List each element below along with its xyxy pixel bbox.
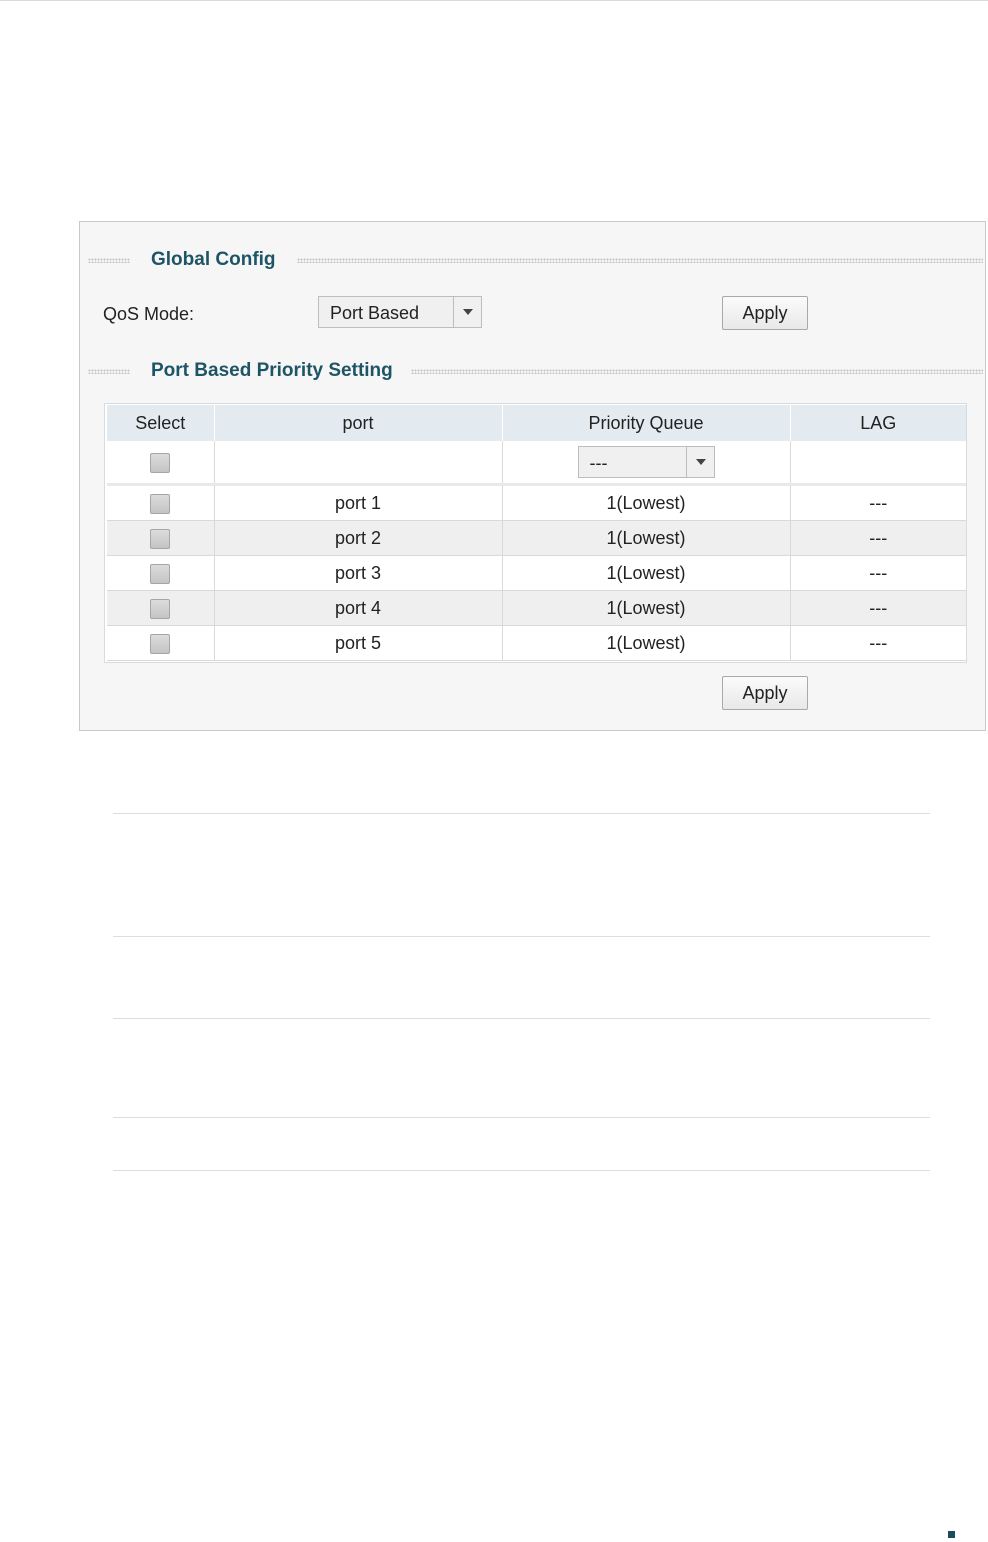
column-header-port: port — [214, 405, 503, 441]
priority-cell: 1(Lowest) — [502, 520, 791, 556]
port-priority-apply-button[interactable]: Apply — [722, 676, 808, 710]
divider — [113, 1170, 930, 1171]
header-dots-left — [88, 369, 130, 374]
page-marker — [948, 1531, 955, 1538]
port-cell: port 5 — [214, 625, 503, 661]
divider — [113, 813, 930, 814]
chevron-down-icon[interactable] — [453, 297, 481, 327]
chevron-down-icon[interactable] — [685, 447, 714, 477]
row-checkbox[interactable] — [150, 493, 171, 514]
top-rule — [0, 0, 988, 1]
divider — [113, 1018, 930, 1019]
global-apply-button[interactable]: Apply — [722, 296, 808, 330]
column-header-lag: LAG — [790, 405, 966, 441]
port-priority-header: Port Based Priority Setting — [88, 361, 985, 381]
header-dots-right — [297, 258, 983, 263]
filter-row: --- — [107, 441, 966, 486]
column-header-priority-queue: Priority Queue — [502, 405, 791, 441]
filter-lag-cell — [790, 441, 966, 486]
priority-cell: 1(Lowest) — [502, 590, 791, 626]
port-cell: port 4 — [214, 590, 503, 626]
table-header-row: Select port Priority Queue LAG — [107, 405, 966, 441]
priority-cell: 1(Lowest) — [502, 555, 791, 591]
port-priority-table: Select port Priority Queue LAG --- port … — [104, 403, 967, 663]
priority-cell: 1(Lowest) — [502, 625, 791, 661]
global-config-title: Global Config — [151, 249, 276, 270]
table-row: port 1 1(Lowest) --- — [107, 484, 966, 521]
qos-mode-select[interactable]: Port Based — [318, 296, 482, 328]
select-all-checkbox[interactable] — [150, 452, 171, 473]
port-priority-title: Port Based Priority Setting — [151, 360, 393, 381]
global-config-header: Global Config — [88, 250, 985, 270]
column-header-select: Select — [107, 405, 215, 441]
row-checkbox[interactable] — [150, 528, 171, 549]
header-dots-left — [88, 258, 130, 263]
filter-port-cell — [214, 441, 503, 486]
table-row: port 4 1(Lowest) --- — [107, 590, 966, 626]
priority-filter-value: --- — [589, 453, 608, 473]
header-dots-right — [411, 369, 983, 374]
lag-cell: --- — [790, 520, 966, 556]
row-checkbox[interactable] — [150, 633, 171, 654]
table-row: port 5 1(Lowest) --- — [107, 625, 966, 661]
row-checkbox[interactable] — [150, 598, 171, 619]
divider — [113, 1117, 930, 1118]
table-row: port 3 1(Lowest) --- — [107, 555, 966, 591]
port-cell: port 2 — [214, 520, 503, 556]
row-checkbox[interactable] — [150, 563, 171, 584]
lag-cell: --- — [790, 555, 966, 591]
priority-cell: 1(Lowest) — [502, 484, 791, 521]
lag-cell: --- — [790, 625, 966, 661]
qos-config-panel: Global Config QoS Mode: Port Based Apply… — [79, 221, 986, 731]
divider — [113, 936, 930, 937]
port-cell: port 1 — [214, 484, 503, 521]
priority-queue-filter-select[interactable]: --- — [577, 446, 715, 478]
port-cell: port 3 — [214, 555, 503, 591]
table-row: port 2 1(Lowest) --- — [107, 520, 966, 556]
lag-cell: --- — [790, 590, 966, 626]
lag-cell: --- — [790, 484, 966, 521]
qos-mode-value: Port Based — [330, 303, 420, 323]
qos-mode-label: QoS Mode: — [103, 304, 195, 324]
